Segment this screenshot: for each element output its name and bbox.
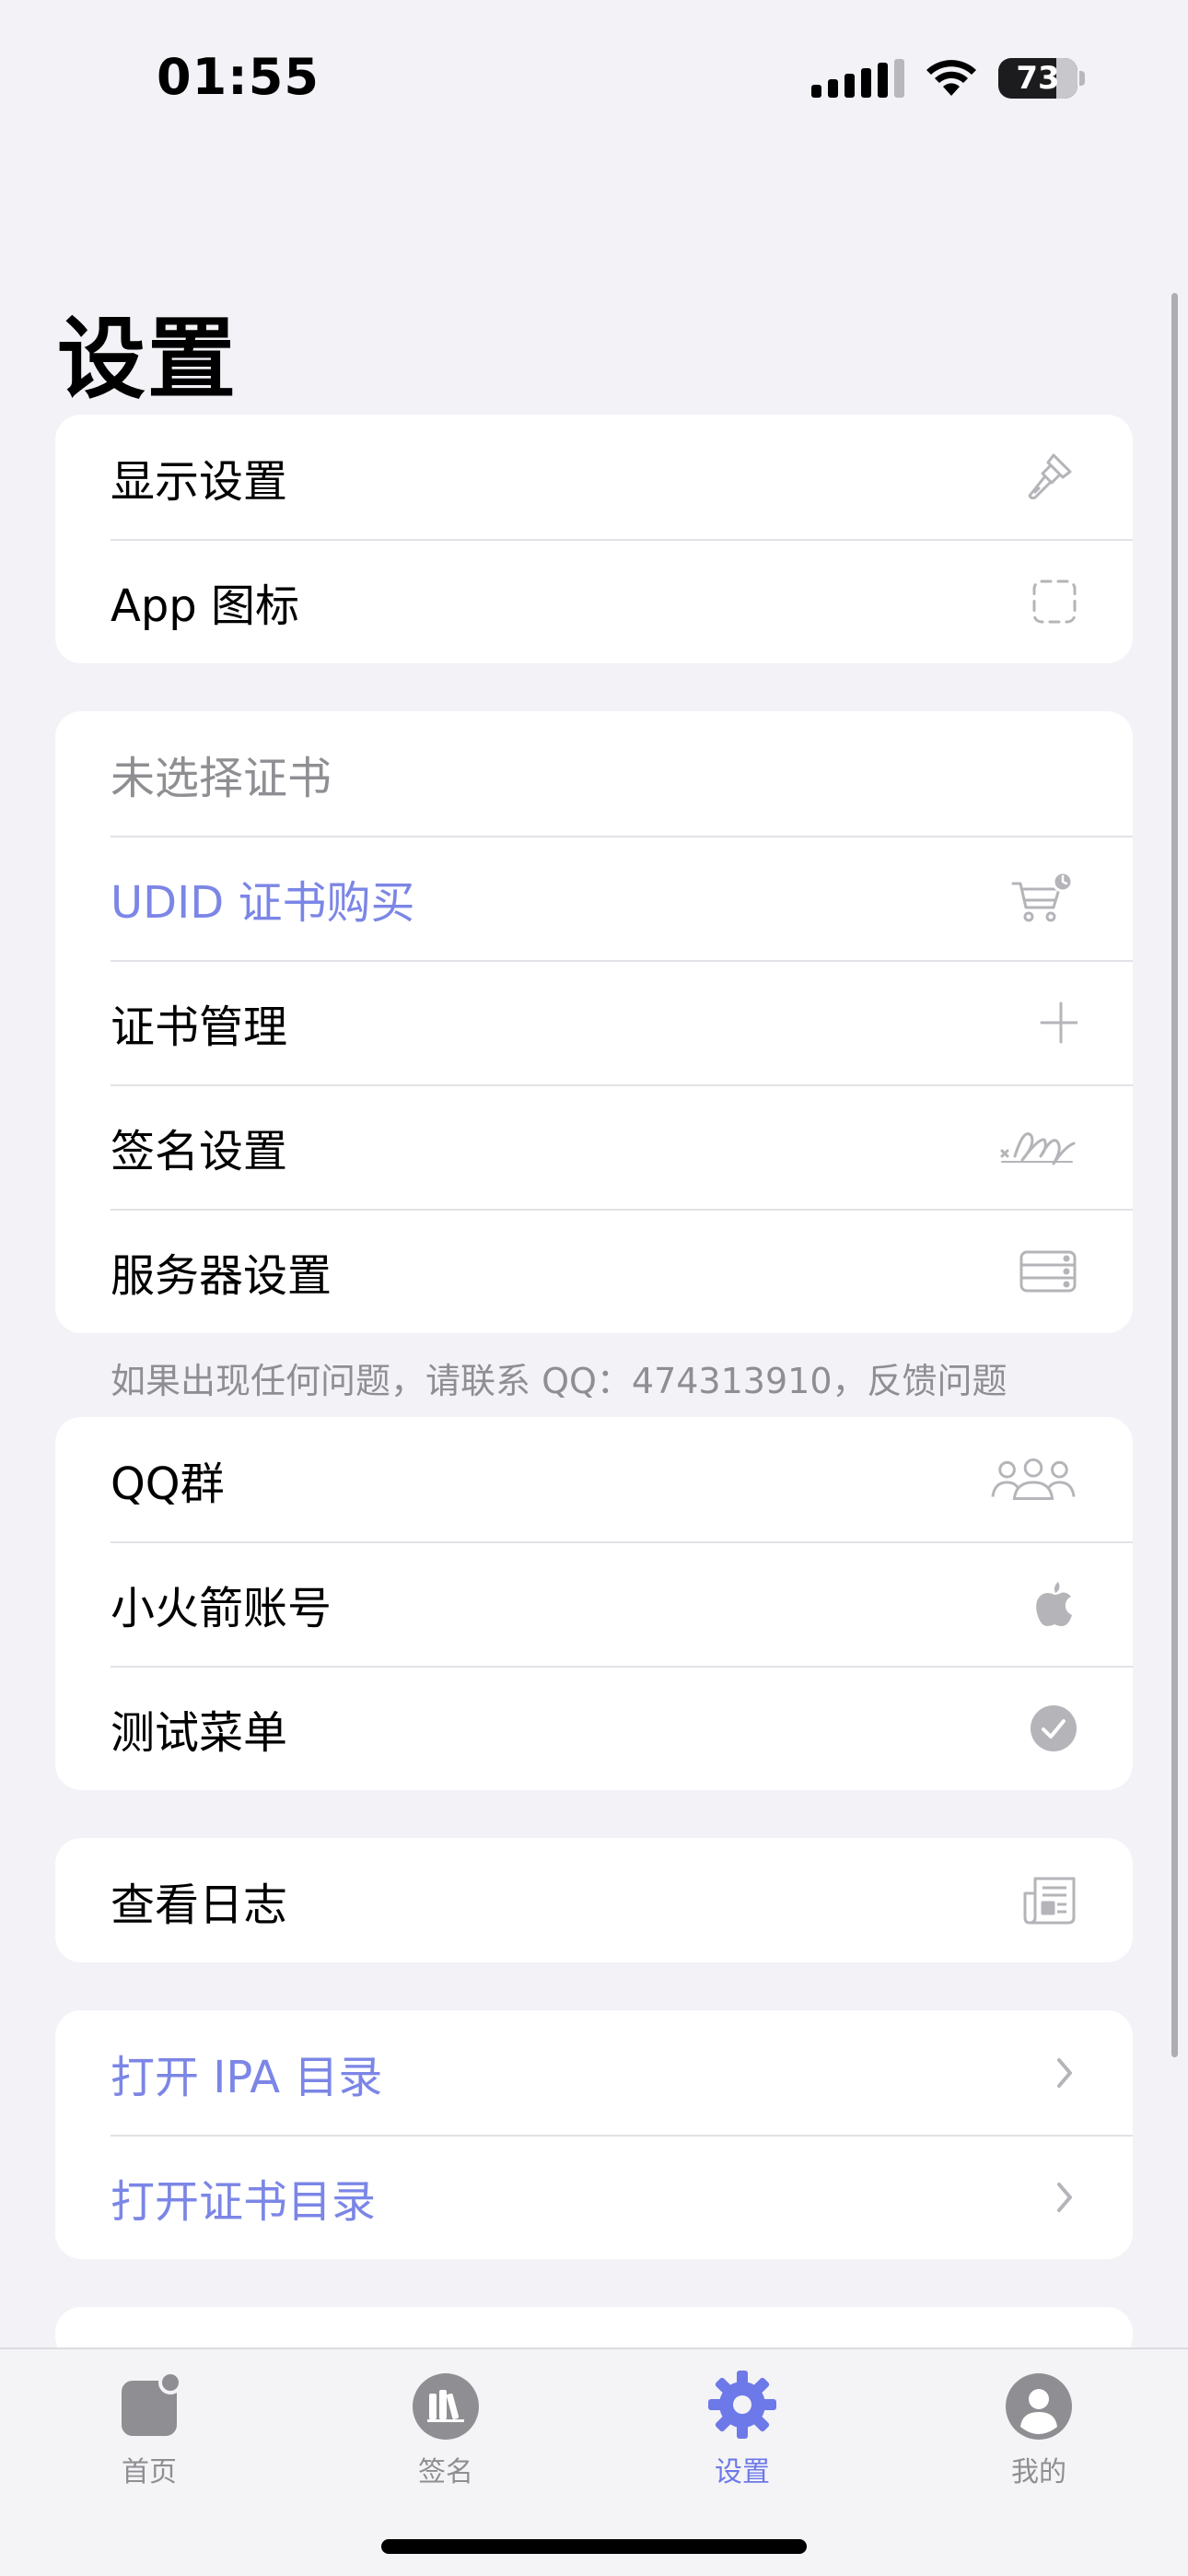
udid-certificate-purchase-label: UDID 证书购买 [111, 876, 415, 929]
open-ipa-directory-label: 打开 IPA 目录 [111, 2051, 383, 2103]
display-settings-group: 显示设置 App 图标 [55, 415, 1133, 663]
plus-icon [989, 981, 1077, 1064]
newspaper-icon [989, 1859, 1077, 1942]
open-certificate-directory-label: 打开证书目录 [111, 2175, 377, 2228]
open-ipa-directory-row[interactable]: 打开 IPA 目录 [55, 2010, 1133, 2135]
app-icon-label: App 图标 [111, 580, 300, 632]
test-menu-row[interactable]: 测试菜单 [55, 1666, 1133, 1790]
open-certificate-directory-row[interactable]: 打开证书目录 [55, 2135, 1133, 2259]
certificate-management-label: 证书管理 [111, 1001, 288, 1053]
apple-logo-icon [989, 1563, 1077, 1645]
display-settings-row[interactable]: 显示设置 [55, 415, 1133, 539]
server-icon [989, 1230, 1077, 1313]
signature-settings-row[interactable]: 签名设置 [55, 1084, 1133, 1209]
tab-home-label: 首页 [122, 2456, 177, 2488]
checkmark-circle-icon [989, 1687, 1077, 1770]
gear-icon [708, 2371, 776, 2439]
signature-icon [989, 1106, 1077, 1188]
tab-mine-label: 我的 [1011, 2456, 1066, 2488]
shadowrocket-account-label: 小火箭账号 [111, 1582, 332, 1634]
person-circle-icon [1006, 2373, 1072, 2440]
battery-icon: 73 [998, 58, 1077, 99]
server-settings-label: 服务器设置 [111, 1249, 332, 1302]
tab-settings-label: 设置 [715, 2456, 770, 2488]
status-icons: 73 [811, 55, 1085, 101]
people-group-icon [989, 1438, 1077, 1521]
cart-clock-icon [989, 857, 1077, 940]
paintbrush-icon [989, 436, 1077, 519]
shadowrocket-account-row[interactable]: 小火箭账号 [55, 1541, 1133, 1666]
tab-sign-label: 签名 [418, 2456, 473, 2488]
tab-settings[interactable]: 设置 [650, 2368, 834, 2489]
app-icon-row[interactable]: App 图标 [55, 539, 1133, 663]
app-badge-icon [122, 2371, 182, 2436]
tab-mine[interactable]: 我的 [947, 2368, 1131, 2489]
cellular-signal-icon [811, 59, 904, 98]
view-logs-label: 查看日志 [111, 1879, 288, 1931]
books-circle-icon [413, 2373, 479, 2440]
server-settings-row[interactable]: 服务器设置 [55, 1209, 1133, 1333]
view-logs-row[interactable]: 查看日志 [55, 1838, 1133, 1962]
home-indicator[interactable] [381, 2539, 807, 2554]
tab-sign[interactable]: 签名 [354, 2368, 538, 2489]
battery-level: 73 [1016, 60, 1060, 97]
no-certificate-label: 未选择证书 [111, 752, 332, 804]
test-menu-label: 测试菜单 [111, 1706, 288, 1759]
directories-group: 打开 IPA 目录 打开证书目录 [55, 2010, 1133, 2259]
chevron-right-icon [989, 2156, 1077, 2239]
selected-certificate-row: 未选择证书 [55, 711, 1133, 836]
certificate-management-row[interactable]: 证书管理 [55, 960, 1133, 1084]
status-time: 01:55 [157, 48, 320, 106]
display-settings-label: 显示设置 [111, 455, 288, 508]
qq-group-row[interactable]: QQ群 [55, 1417, 1133, 1541]
dashed-square-icon [989, 560, 1077, 643]
wifi-icon [926, 60, 976, 96]
logs-group: 查看日志 [55, 1838, 1133, 1962]
certificate-group: 未选择证书 UDID 证书购买 证书管理 签名设置 服务器设置 [55, 711, 1133, 1333]
signature-settings-label: 签名设置 [111, 1125, 288, 1177]
scroll-indicator[interactable] [1171, 293, 1178, 2057]
chevron-right-icon [989, 2032, 1077, 2114]
udid-certificate-purchase-row[interactable]: UDID 证书购买 [55, 836, 1133, 960]
community-group: QQ群 小火箭账号 测试菜单 [55, 1417, 1133, 1790]
page-title: 设置 [57, 308, 238, 411]
status-bar: 01:55 73 [0, 0, 1188, 157]
qq-group-label: QQ群 [111, 1458, 225, 1510]
tab-home[interactable]: 首页 [57, 2368, 241, 2489]
support-footer-note: 如果出现任何问题，请联系 QQ：474313910，反馈问题 [111, 1361, 1007, 1401]
